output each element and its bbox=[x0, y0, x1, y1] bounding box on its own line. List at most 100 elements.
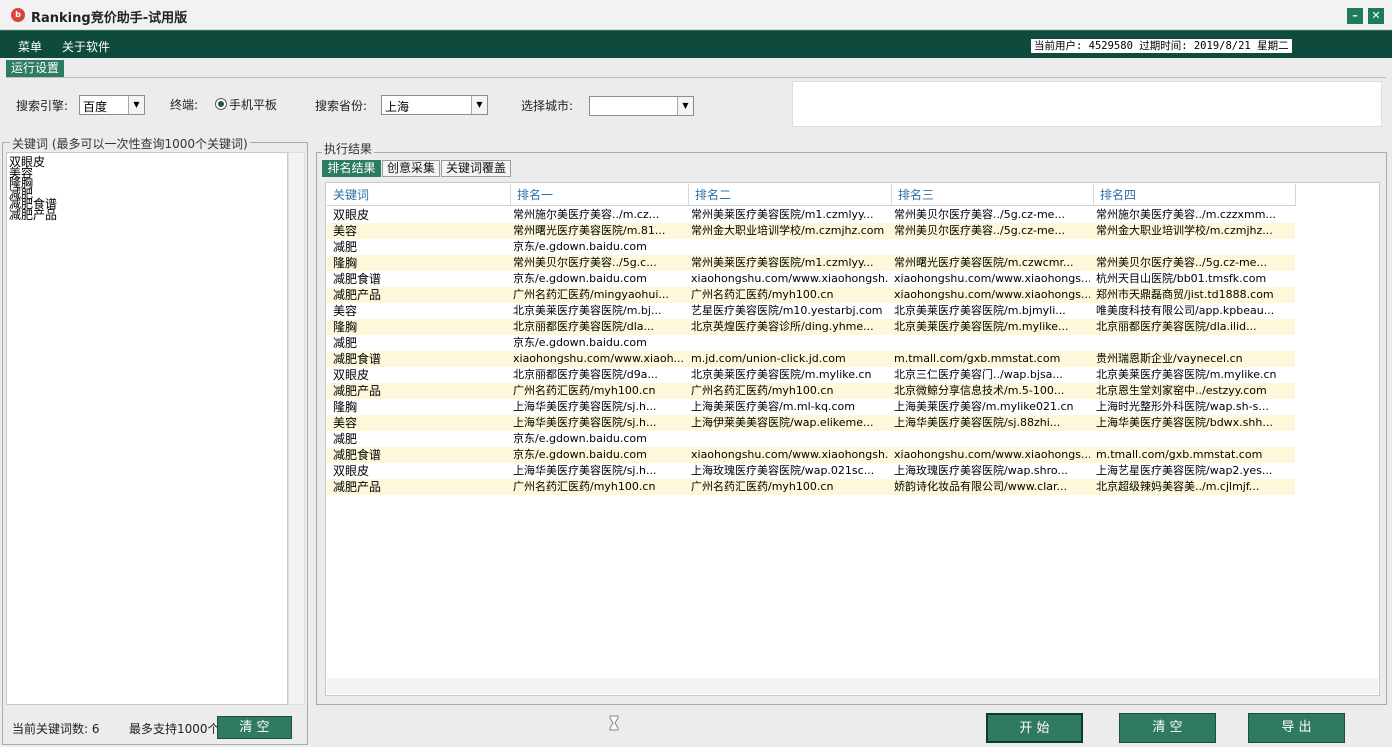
cell-rank-4: 常州美贝尔医疗美容../5g.cz-me... bbox=[1096, 256, 1267, 269]
cell-rank-1: 上海华美医疗美容医院/sj.h... bbox=[513, 416, 657, 429]
cell-rank-1: 京东/e.gdown.baidu.com bbox=[513, 240, 647, 253]
cell-rank-4: m.tmall.com/gxb.mmstat.com bbox=[1096, 448, 1263, 461]
cell-rank-4: 上海时光整形外科医院/wap.sh-s... bbox=[1096, 400, 1269, 413]
cell-rank-4: 北京恩生堂刘家窑中../estzyy.com bbox=[1096, 384, 1267, 397]
table-row[interactable]: 美容 上海华美医疗美容医院/sj.h... 上海伊莱美美容医院/wap.elikem… bbox=[327, 415, 1295, 431]
tab-keyword-coverage[interactable]: 关键词覆盖 bbox=[441, 160, 511, 177]
cell-keyword: 减肥食谱 bbox=[333, 272, 382, 286]
user-info: 当前用户: 4529580 过期时间: 2019/8/21 星期二 bbox=[1031, 39, 1292, 53]
tab-creative-collect[interactable]: 创意采集 bbox=[382, 160, 440, 177]
cell-rank-2: 广州名药汇医药/myh100.cn bbox=[691, 288, 834, 301]
table-row[interactable]: 隆胸 上海华美医疗美容医院/sj.h... 上海美莱医疗美容/m.ml-kq.com… bbox=[327, 399, 1295, 415]
column-header-keyword[interactable]: 关键词 bbox=[327, 184, 511, 206]
start-button[interactable]: 开 始 bbox=[986, 713, 1083, 743]
cell-rank-1: xiaohongshu.com/www.xiaoh... bbox=[513, 352, 683, 365]
table-row[interactable]: 美容 常州曙光医疗美容医院/m.81... 常州金大职业培训学校/m.czmjhz.… bbox=[327, 223, 1295, 239]
menu-item-menu[interactable]: 菜单 bbox=[18, 38, 42, 55]
menu-bar: 菜单 关于软件 当前用户: 4529580 过期时间: 2019/8/21 星期… bbox=[0, 30, 1392, 58]
keyword-line: 隆胸 bbox=[9, 176, 34, 190]
engine-select[interactable]: 百度 ▼ bbox=[79, 95, 145, 115]
minimize-button[interactable]: – bbox=[1347, 8, 1363, 24]
keyword-line: 美容 bbox=[9, 165, 34, 180]
cell-keyword: 美容 bbox=[333, 416, 358, 430]
export-button[interactable]: 导 出 bbox=[1248, 713, 1345, 743]
keywords-group-title: 关键词 (最多可以一次性查询1000个关键词) bbox=[10, 135, 250, 152]
city-select[interactable]: ▼ bbox=[589, 96, 694, 116]
table-row[interactable]: 美容 北京美莱医疗美容医院/m.bj... 艺星医疗美容医院/m10.yestarb… bbox=[327, 303, 1295, 319]
province-select[interactable]: 上海 ▼ bbox=[381, 95, 488, 115]
cell-rank-1: 常州施尔美医疗美容../m.cz... bbox=[513, 208, 660, 221]
column-header-rank-3[interactable]: 排名三 bbox=[892, 184, 1094, 206]
cell-rank-1: 京东/e.gdown.baidu.com bbox=[513, 336, 647, 349]
terminal-label: 终端: bbox=[170, 98, 199, 112]
table-row[interactable]: 减肥 京东/e.gdown.baidu.com bbox=[327, 335, 1295, 351]
keywords-scrollbar[interactable] bbox=[288, 152, 305, 705]
cell-rank-3: 上海美莱医疗美容/m.mylike021.cn bbox=[894, 400, 1074, 413]
cell-keyword: 减肥食谱 bbox=[333, 448, 382, 462]
cell-rank-2: 北京美莱医疗美容医院/m.mylike.cn bbox=[691, 368, 872, 381]
cell-rank-3: m.tmall.com/gxb.mmstat.com bbox=[894, 352, 1061, 365]
dropdown-arrow-icon[interactable]: ▼ bbox=[128, 96, 144, 114]
tab-ranking-results[interactable]: 排名结果 bbox=[322, 160, 381, 177]
cell-rank-3: 娇韵诗化妆品有限公司/www.clar... bbox=[894, 480, 1068, 493]
cell-rank-1: 京东/e.gdown.baidu.com bbox=[513, 432, 647, 445]
table-row[interactable]: 减肥产品 广州名药汇医药/myh100.cn 广州名药汇医药/myh100.cn 娇韵… bbox=[327, 479, 1295, 495]
results-scrollbar[interactable] bbox=[327, 678, 1378, 694]
table-row[interactable]: 隆胸 常州美贝尔医疗美容../5g.c... 常州美莱医疗美容医院/m1.czmly… bbox=[327, 255, 1295, 271]
cell-rank-3 bbox=[894, 239, 1090, 255]
cell-rank-3: 常州美贝尔医疗美容../5g.cz-me... bbox=[894, 208, 1065, 221]
cell-rank-2: xiaohongshu.com/www.xiaohongsh... bbox=[691, 448, 889, 461]
engine-value: 百度 bbox=[83, 100, 108, 114]
cell-keyword: 减肥 bbox=[333, 240, 358, 254]
table-row[interactable]: 减肥产品 广州名药汇医药/mingyaohui... 广州名药汇医药/myh100.… bbox=[327, 287, 1295, 303]
cell-keyword: 减肥 bbox=[333, 336, 358, 350]
cell-rank-1: 上海华美医疗美容医院/sj.h... bbox=[513, 464, 657, 477]
cell-rank-4: 杭州天目山医院/bb01.tmsfk.com bbox=[1096, 272, 1267, 285]
dropdown-arrow-icon[interactable]: ▼ bbox=[677, 97, 693, 115]
dropdown-arrow-icon[interactable]: ▼ bbox=[471, 96, 487, 114]
cell-rank-2: 广州名药汇医药/myh100.cn bbox=[691, 480, 834, 493]
table-row[interactable]: 减肥食谱 xiaohongshu.com/www.xiaoh... m.jd.com… bbox=[327, 351, 1295, 367]
city-label: 选择城市: bbox=[521, 99, 574, 113]
column-header-rank-2[interactable]: 排名二 bbox=[689, 184, 892, 206]
table-row[interactable]: 减肥 京东/e.gdown.baidu.com bbox=[327, 239, 1295, 255]
cell-keyword: 双眼皮 bbox=[333, 208, 370, 222]
cell-keyword: 减肥产品 bbox=[333, 480, 382, 494]
cell-rank-2: 广州名药汇医药/myh100.cn bbox=[691, 384, 834, 397]
radio-selected-icon[interactable] bbox=[215, 98, 227, 110]
cell-keyword: 减肥食谱 bbox=[333, 352, 382, 366]
cell-rank-2: 上海伊莱美美容医院/wap.elikeme... bbox=[691, 416, 874, 429]
close-button[interactable]: ✕ bbox=[1368, 8, 1384, 24]
cell-rank-3: 上海玫瑰医疗美容医院/wap.shro... bbox=[894, 464, 1068, 477]
cell-rank-2: 常州美莱医疗美容医院/m1.czmlyy... bbox=[691, 256, 874, 269]
cell-rank-1: 京东/e.gdown.baidu.com bbox=[513, 448, 647, 461]
cell-keyword: 隆胸 bbox=[333, 256, 358, 270]
cell-rank-4 bbox=[1096, 239, 1292, 255]
table-row[interactable]: 双眼皮 常州施尔美医疗美容../m.cz... 常州美莱医疗美容医院/m1.czml… bbox=[327, 207, 1295, 223]
cell-rank-2 bbox=[691, 335, 889, 351]
tab-run-settings[interactable]: 运行设置 bbox=[6, 60, 64, 77]
keywords-textarea[interactable]: 双眼皮 美容 隆胸 减肥 减肥食谱 减肥产品 bbox=[6, 152, 288, 705]
cell-rank-1: 常州曙光医疗美容医院/m.81... bbox=[513, 224, 666, 237]
cell-rank-2: xiaohongshu.com/www.xiaohongsh... bbox=[691, 272, 889, 285]
cell-rank-1: 上海华美医疗美容医院/sj.h... bbox=[513, 400, 657, 413]
table-row[interactable]: 减肥食谱 京东/e.gdown.baidu.com xiaohongshu.com/… bbox=[327, 447, 1295, 463]
clear-keywords-button[interactable]: 清 空 bbox=[217, 716, 292, 739]
table-row[interactable]: 双眼皮 上海华美医疗美容医院/sj.h... 上海玫瑰医疗美容医院/wap.021s… bbox=[327, 463, 1295, 479]
engine-label: 搜索引擎: bbox=[16, 99, 69, 113]
cell-rank-1: 北京美莱医疗美容医院/m.bj... bbox=[513, 304, 662, 317]
terminal-option-mobile[interactable]: 手机平板 bbox=[229, 96, 277, 113]
cell-rank-2: 上海美莱医疗美容/m.ml-kq.com bbox=[691, 400, 856, 413]
cell-rank-4: 北京丽都医疗美容医院/dla.ilid... bbox=[1096, 320, 1257, 333]
table-row[interactable]: 双眼皮 北京丽都医疗美容医院/d9a... 北京美莱医疗美容医院/m.mylike.… bbox=[327, 367, 1295, 383]
cell-rank-3: xiaohongshu.com/www.xiaohongs... bbox=[894, 272, 1090, 285]
menu-item-about[interactable]: 关于软件 bbox=[62, 38, 110, 55]
table-row[interactable]: 减肥 京东/e.gdown.baidu.com bbox=[327, 431, 1295, 447]
column-header-rank-4[interactable]: 排名四 bbox=[1094, 184, 1296, 206]
cell-rank-3: 北京三仁医疗美容门../wap.bjsa... bbox=[894, 368, 1063, 381]
table-row[interactable]: 减肥产品 广州名药汇医药/myh100.cn 广州名药汇医药/myh100.cn 北京… bbox=[327, 383, 1295, 399]
clear-results-button[interactable]: 清 空 bbox=[1119, 713, 1216, 743]
table-row[interactable]: 隆胸 北京丽都医疗美容医院/dla... 北京英煌医疗美容诊所/ding.yhme.… bbox=[327, 319, 1295, 335]
column-header-rank-1[interactable]: 排名一 bbox=[511, 184, 689, 206]
table-row[interactable]: 减肥食谱 京东/e.gdown.baidu.com xiaohongshu.com/… bbox=[327, 271, 1295, 287]
